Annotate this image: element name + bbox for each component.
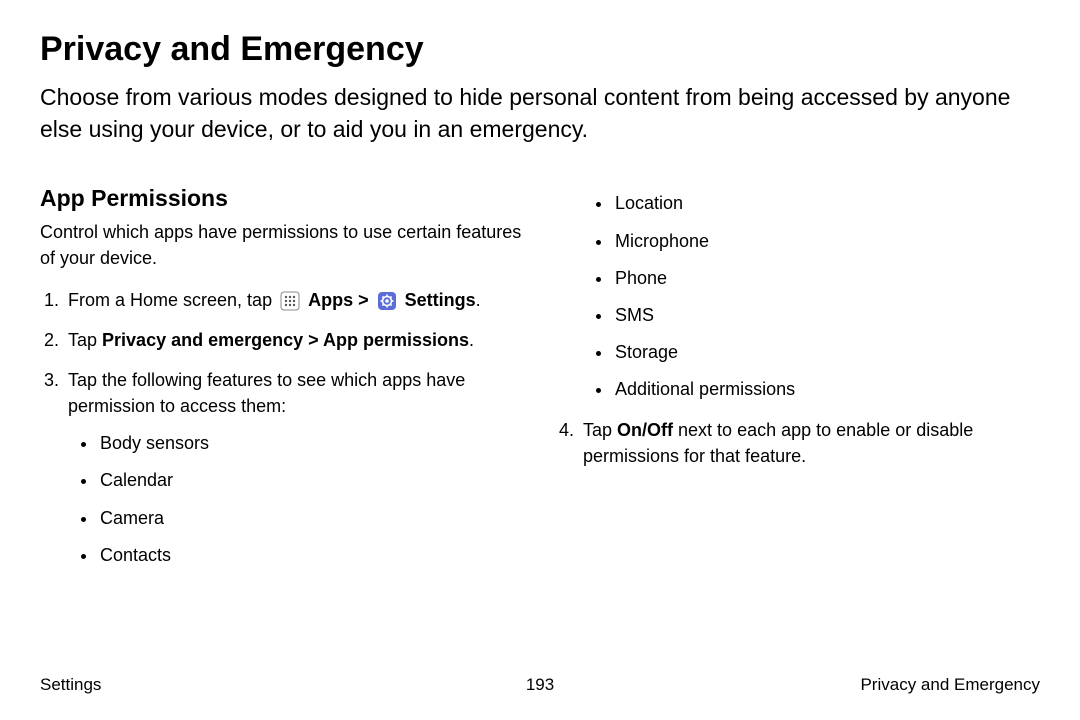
step-2-end: . [469, 330, 474, 350]
step-3-text: Tap the following features to see which … [68, 370, 465, 416]
content-columns: App Permissions Control which apps have … [40, 185, 1040, 582]
step-1-end: . [476, 290, 481, 310]
step-4-pre: Tap [583, 420, 617, 440]
step-1: From a Home screen, tap Apps > Settings. [64, 287, 525, 313]
step-2-bold: Privacy and emergency > App permissions [102, 330, 469, 350]
page-title: Privacy and Emergency [40, 30, 1040, 69]
list-item: SMS [613, 303, 1040, 328]
bullets-left: Body sensors Calendar Camera Contacts [68, 431, 525, 568]
footer-left: Settings [40, 675, 101, 695]
sep-1: > [353, 290, 374, 310]
list-item: Contacts [98, 543, 525, 568]
list-item: Location [613, 191, 1040, 216]
page-footer: Settings 193 Privacy and Emergency [40, 675, 1040, 695]
bullets-right: Location Microphone Phone SMS Storage Ad… [583, 191, 1040, 402]
apps-grid-icon [279, 290, 301, 312]
settings-gear-icon [376, 290, 398, 312]
step-4-bold: On/Off [617, 420, 673, 440]
intro-text: Choose from various modes designed to hi… [40, 81, 1040, 145]
steps-left: From a Home screen, tap Apps > Settings.… [40, 287, 525, 568]
step-3: Tap the following features to see which … [64, 367, 525, 568]
list-item: Storage [613, 340, 1040, 365]
steps-right: Tap On/Off next to each app to enable or… [555, 417, 1040, 469]
settings-label: Settings [405, 290, 476, 310]
list-item: Calendar [98, 468, 525, 493]
step-4: Tap On/Off next to each app to enable or… [579, 417, 1040, 469]
list-item: Phone [613, 266, 1040, 291]
apps-label: Apps [308, 290, 353, 310]
footer-right: Privacy and Emergency [860, 675, 1040, 695]
list-item: Body sensors [98, 431, 525, 456]
left-column: App Permissions Control which apps have … [40, 185, 525, 582]
list-item: Camera [98, 506, 525, 531]
footer-page-number: 193 [526, 675, 554, 695]
section-title: App Permissions [40, 185, 525, 212]
step-2: Tap Privacy and emergency > App permissi… [64, 327, 525, 353]
right-column: Location Microphone Phone SMS Storage Ad… [555, 185, 1040, 582]
list-item: Additional permissions [613, 377, 1040, 402]
step-2-pre: Tap [68, 330, 102, 350]
step-1-pre: From a Home screen, tap [68, 290, 277, 310]
list-item: Microphone [613, 229, 1040, 254]
section-intro: Control which apps have permissions to u… [40, 220, 525, 270]
